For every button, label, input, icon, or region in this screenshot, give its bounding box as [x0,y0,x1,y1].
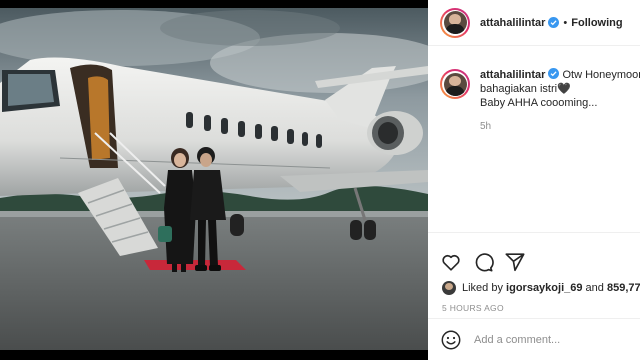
action-bar [428,233,640,279]
caption-timestamp[interactable]: 5h [480,120,640,134]
caption-comment: attahalilintar Otw Honeymoon bahagiakan … [440,68,640,134]
avatar[interactable] [440,7,470,38]
post-side-panel: attahalilintar • Following attahalilinta… [428,0,640,360]
post-header: attahalilintar • Following [428,0,640,46]
post-timestamp[interactable]: 5 HOURS AGO [428,303,640,313]
private-jet-photo [0,8,428,350]
paper-plane-icon[interactable] [504,251,526,273]
heart-icon[interactable] [440,251,462,273]
verified-badge-icon [548,17,560,28]
add-comment-bar [428,318,640,360]
post-actions-area: Liked by igorsaykoji_69 and 859,77 5 HOU… [428,232,640,313]
comment-bubble-icon[interactable] [472,251,494,273]
smiley-icon[interactable] [440,329,462,351]
liked-by-username[interactable]: igorsaykoji_69 [506,282,582,294]
caption-line-1: Otw Honeymoon [562,69,640,81]
likes-count[interactable]: 859,77 [607,282,640,294]
caption-second-line: bahagiakan istri🖤 [480,82,640,96]
avatar[interactable] [440,69,470,99]
verified-badge-icon [548,68,560,79]
post-photo[interactable] [0,0,428,360]
post-author-username[interactable]: attahalilintar [480,17,545,29]
liked-by-prefix: Liked by [462,282,503,294]
caption-first-line: attahalilintar Otw Honeymoon [480,68,640,82]
separator-dot: • [563,16,568,29]
black-heart-emoji: 🖤 [557,83,571,95]
caption-username[interactable]: attahalilintar [480,69,545,81]
caption-text: attahalilintar Otw Honeymoon bahagiakan … [480,68,640,134]
caption-line-3: Baby AHHA coooming... [480,97,598,109]
comment-input[interactable] [474,333,624,346]
liked-and-text: and [585,282,604,294]
liker-avatar[interactable] [442,281,456,295]
following-button[interactable]: Following [571,17,622,29]
caption-line-2: bahagiakan istri [480,83,558,95]
likes-summary: Liked by igorsaykoji_69 and 859,77 [428,279,640,297]
